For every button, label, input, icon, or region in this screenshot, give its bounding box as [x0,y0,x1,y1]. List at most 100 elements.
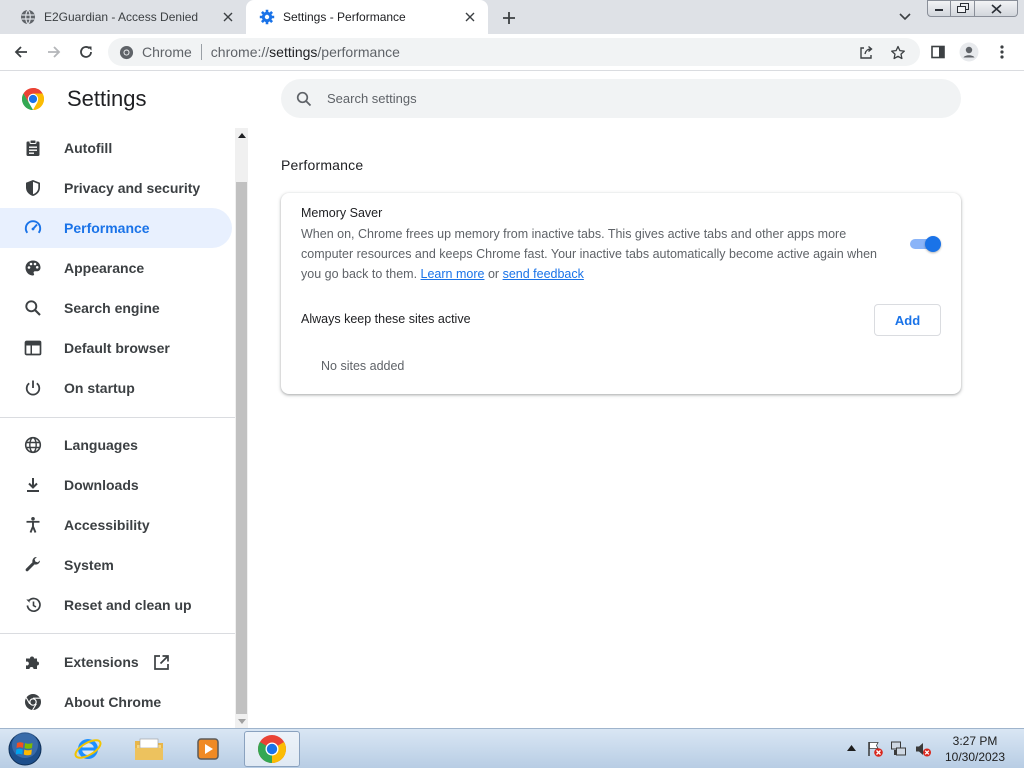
restore-button[interactable] [951,0,975,17]
sidebar-item-languages[interactable]: Languages [0,425,232,465]
sidebar-item-performance[interactable]: Performance [0,208,232,248]
taskbar-clock[interactable]: 3:27 PM 10/30/2023 [940,733,1010,765]
browser-window-icon [23,338,43,358]
chrome-logo-icon [23,692,43,712]
search-icon [295,90,313,108]
scrollbar-thumb[interactable] [236,182,247,714]
palette-icon [23,258,43,278]
browser-toolbar: Chrome chrome://settings/performance [0,34,1024,71]
close-icon[interactable] [220,9,236,25]
memory-saver-toggle[interactable] [910,236,942,252]
side-panel-icon[interactable] [928,42,948,62]
clock-time: 3:27 PM [952,734,998,748]
send-feedback-link[interactable]: send feedback [503,267,584,281]
sidebar-item-label: Accessibility [64,517,150,533]
action-center-flag-icon[interactable] [866,740,884,758]
sidebar-item-label: Search engine [64,300,160,316]
speedometer-icon [23,218,43,238]
start-button[interactable] [6,731,44,767]
tab-title: Settings - Performance [283,10,406,24]
back-button[interactable] [11,42,31,62]
close-window-button[interactable] [975,0,1018,17]
sidebar-item-label: Privacy and security [64,180,201,196]
sidebar-item-label: Reset and clean up [64,597,192,613]
sidebar-item-label: About Chrome [64,694,162,710]
accessibility-icon [23,515,43,535]
wrench-icon [23,555,43,575]
sidebar-item-label: Languages [64,437,138,453]
keep-sites-active-label: Always keep these sites active [301,312,471,326]
search-input[interactable] [327,91,887,106]
chevron-down-icon[interactable] [895,8,915,26]
sidebar-item-label: Performance [64,220,150,236]
reload-button[interactable] [76,42,96,62]
scroll-down-arrow-icon[interactable] [235,714,248,728]
sidebar-item-accessibility[interactable]: Accessibility [0,505,232,545]
no-sites-text: No sites added [321,359,405,373]
share-icon[interactable] [857,44,875,62]
memory-saver-description-text: When on, Chrome frees up memory from ina… [301,227,878,281]
bookmark-star-icon[interactable] [889,44,907,62]
sidebar-item-search-engine[interactable]: Search engine [0,288,232,328]
tab-settings-performance[interactable]: Settings - Performance [246,0,488,34]
chrome-site-icon[interactable] [118,44,134,60]
puzzle-icon [23,652,43,672]
sidebar-item-reset[interactable]: Reset and clean up [0,585,232,625]
network-icon[interactable] [890,740,908,758]
sidebar-item-label: Extensions [64,654,139,670]
tab-title: E2Guardian - Access Denied [44,10,199,24]
url-host: settings [269,44,318,60]
address-bar[interactable]: Chrome chrome://settings/performance [108,38,920,66]
chrome-taskbar-button[interactable] [244,731,300,767]
history-icon [23,595,43,615]
open-in-new-icon [153,653,171,671]
file-explorer-icon[interactable] [121,731,177,767]
gear-icon [259,9,275,25]
sidebar-item-on-startup[interactable]: On startup [0,368,232,408]
sidebar-item-label: Default browser [64,340,170,356]
sidebar-item-extensions[interactable]: Extensions [0,642,232,682]
toggle-knob [925,236,941,252]
media-player-icon[interactable] [180,731,236,767]
internet-explorer-icon[interactable] [60,731,116,767]
section-title: Performance [281,157,364,173]
nav-divider [0,633,235,634]
volume-muted-icon[interactable] [914,740,932,758]
new-tab-button[interactable] [498,7,520,29]
minimize-button[interactable] [927,0,951,17]
profile-avatar-icon[interactable] [959,42,979,62]
sidebar-item-label: System [64,557,114,573]
performance-card: Memory Saver When on, Chrome frees up me… [281,193,961,394]
shield-icon [23,178,43,198]
forward-button[interactable] [44,42,64,62]
scroll-up-arrow-icon[interactable] [235,128,248,142]
add-site-button[interactable]: Add [874,304,941,336]
sidebar-item-system[interactable]: System [0,545,232,585]
globe-icon [23,435,43,455]
sidebar-item-about-chrome[interactable]: About Chrome [0,682,232,722]
url-path: /performance [317,44,400,60]
window-controls [927,0,1018,18]
origin-label: Chrome [142,44,192,60]
sidebar-item-downloads[interactable]: Downloads [0,465,232,505]
page-title: Settings [67,86,147,111]
memory-saver-description: When on, Chrome frees up memory from ina… [301,224,881,284]
sidebar-item-autofill[interactable]: Autofill [0,128,232,168]
omnibox-separator [200,44,202,60]
chrome-logo-icon [21,87,45,111]
tab-e2guardian[interactable]: E2Guardian - Access Denied [0,0,246,34]
sidebar-item-label: On startup [64,380,135,396]
kebab-menu-icon[interactable] [992,42,1012,62]
show-hidden-icons-icon[interactable] [845,742,857,754]
sidebar-item-default-browser[interactable]: Default browser [0,328,232,368]
sidebar-scrollbar[interactable] [235,128,248,728]
close-icon[interactable] [462,9,478,25]
settings-search[interactable] [281,79,961,118]
sidebar-item-privacy[interactable]: Privacy and security [0,168,232,208]
learn-more-link[interactable]: Learn more [421,267,485,281]
url-scheme: chrome:// [210,44,270,60]
sidebar-item-appearance[interactable]: Appearance [0,248,232,288]
clipboard-icon [23,138,43,158]
power-icon [23,378,43,398]
sidebar-item-label: Downloads [64,477,139,493]
